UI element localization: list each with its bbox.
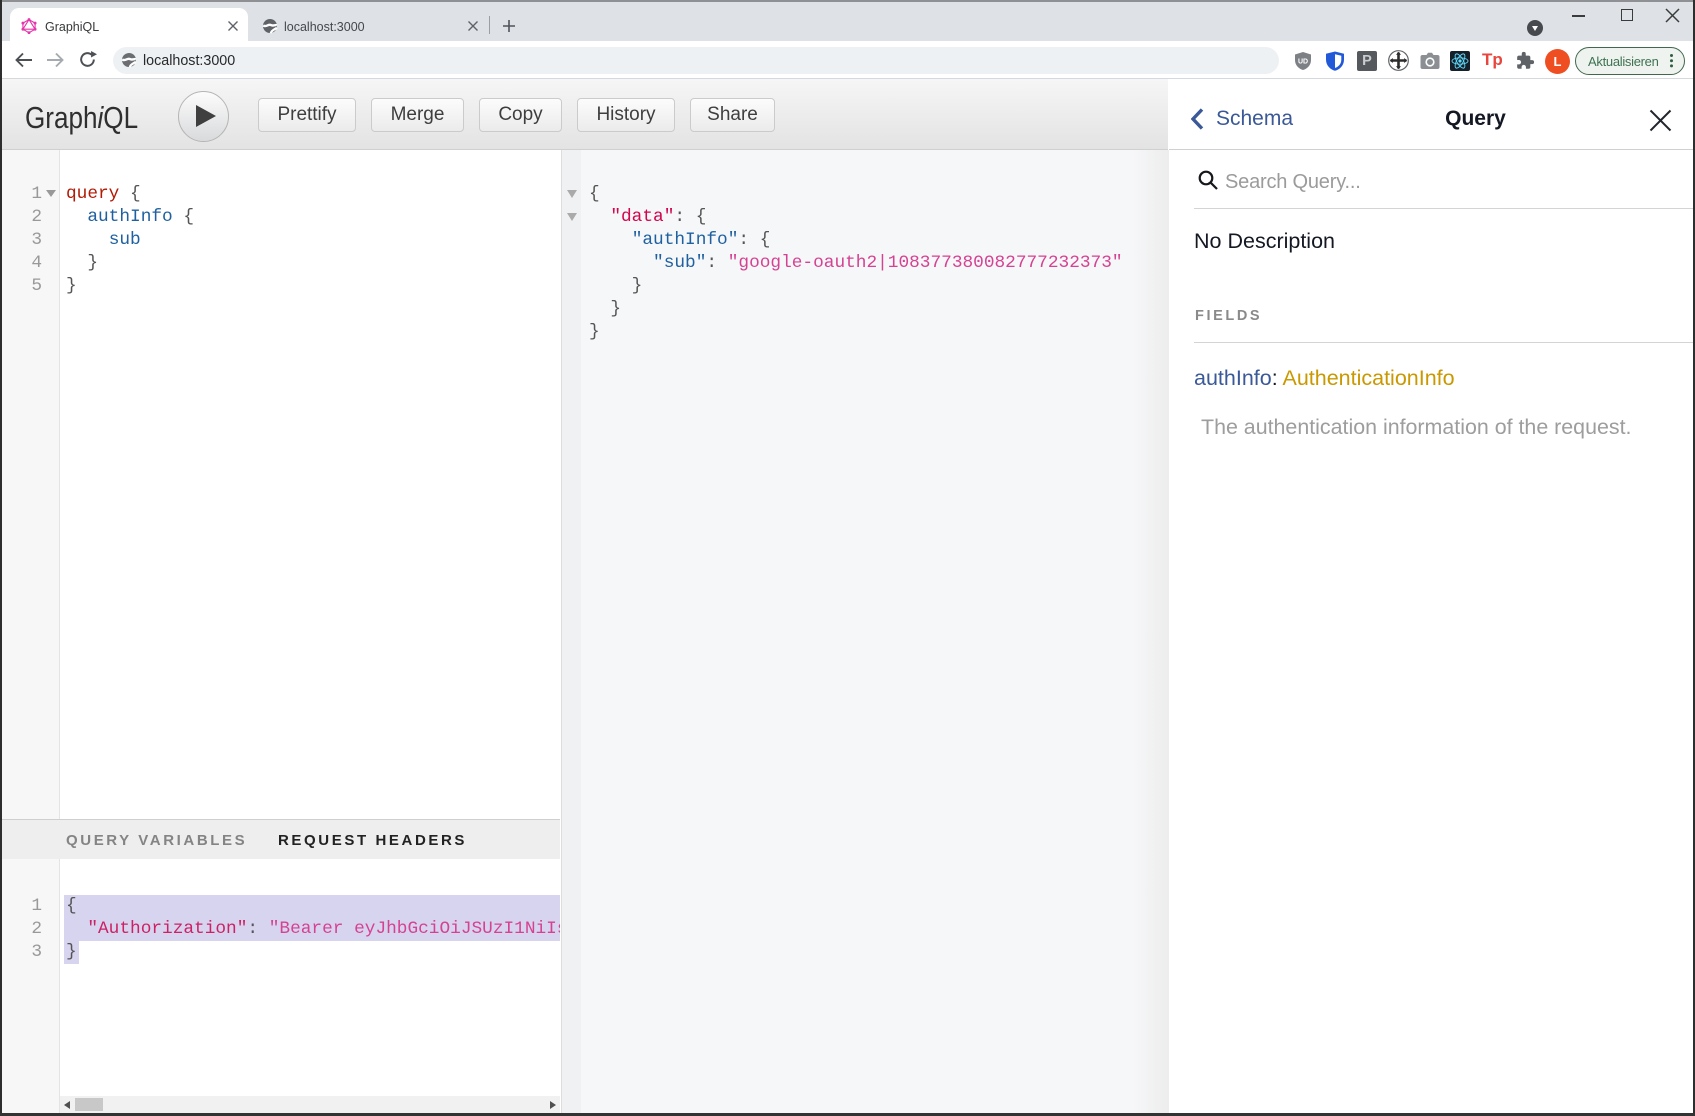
svg-text:UD: UD	[1298, 59, 1308, 66]
